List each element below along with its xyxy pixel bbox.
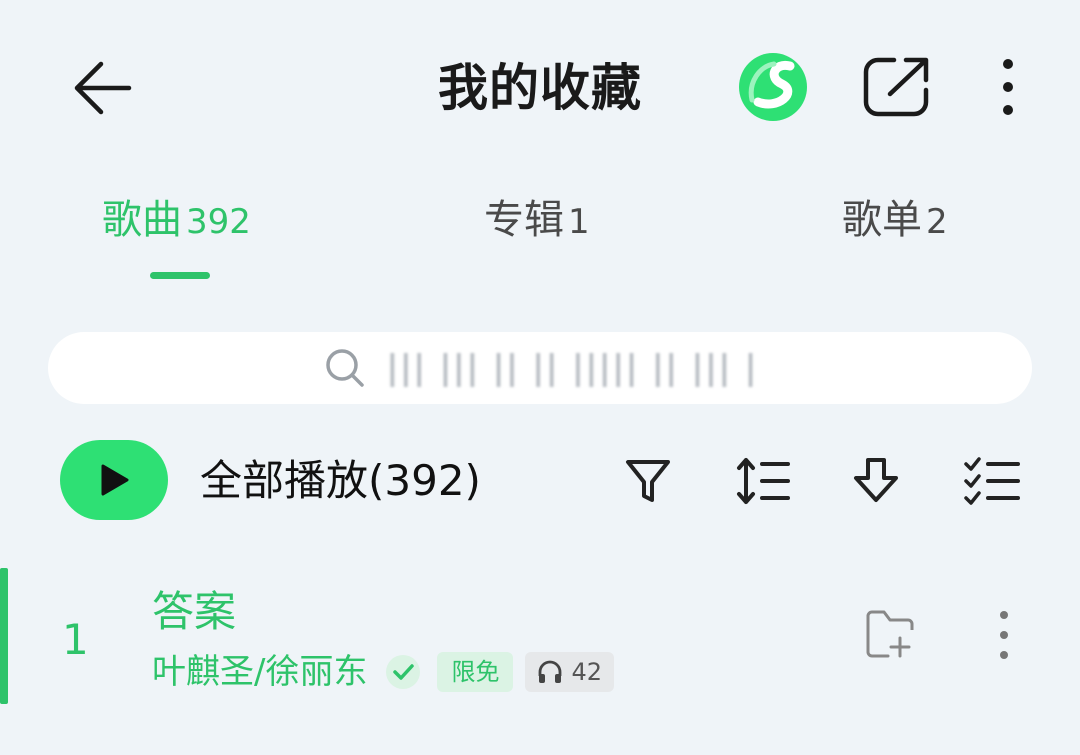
tab-albums[interactable]: 专辑 1 <box>484 188 590 258</box>
sort-button[interactable] <box>736 454 790 508</box>
download-icon <box>854 458 898 502</box>
play-icon <box>101 464 129 496</box>
tab-albums-count: 1 <box>568 202 590 242</box>
play-all-label[interactable]: 全部播放(392) <box>200 452 481 510</box>
multiselect-button[interactable] <box>964 454 1020 508</box>
more-vertical-icon <box>1003 59 1013 115</box>
download-button[interactable] <box>850 454 902 508</box>
tab-bar: 歌曲 392 专辑 1 歌单 2 <box>0 188 1080 288</box>
add-to-playlist-icon <box>866 610 914 658</box>
tab-songs-count: 392 <box>186 202 251 242</box>
search-input[interactable]: ||| ||| || || ||||| || ||| | <box>48 332 1032 404</box>
sort-icon <box>737 458 790 504</box>
filter-icon <box>626 460 670 502</box>
active-tab-indicator <box>150 272 210 279</box>
play-all-row: 全部播放(392) <box>0 438 1080 528</box>
app-logo-button[interactable] <box>738 52 808 122</box>
song-meta: 叶麒圣/徐丽东 限免 42 <box>152 650 615 694</box>
verified-icon <box>386 655 421 689</box>
add-to-playlist-button[interactable] <box>862 608 916 660</box>
listen-count-badge: 42 <box>525 652 615 692</box>
share-button[interactable] <box>860 54 934 120</box>
favorites-page: 我的收藏 歌曲 392 专辑 1 歌单 2 ||| ||| || || ||||… <box>0 0 1080 755</box>
search-placeholder: ||| ||| || || ||||| || ||| | <box>386 348 758 388</box>
search-icon <box>326 349 364 387</box>
song-artist[interactable]: 叶麒圣/徐丽东 <box>152 650 367 694</box>
tab-songs-label: 歌曲 <box>102 197 182 243</box>
song-more-button[interactable] <box>988 608 1020 662</box>
song-title: 答案 <box>152 587 237 636</box>
play-all-button[interactable] <box>60 440 168 520</box>
header: 我的收藏 <box>0 0 1080 180</box>
tab-albums-label: 专辑 <box>484 197 564 243</box>
filter-button[interactable] <box>622 454 674 508</box>
tab-playlists-count: 2 <box>926 202 948 242</box>
song-list-item[interactable]: 1 答案 叶麒圣/徐丽东 限免 42 <box>0 568 1080 704</box>
song-index: 1 <box>62 615 89 664</box>
tab-songs[interactable]: 歌曲 392 <box>102 188 251 258</box>
more-options-button[interactable] <box>988 54 1028 120</box>
tab-playlists[interactable]: 歌单 2 <box>842 188 948 258</box>
now-playing-indicator <box>0 568 8 704</box>
listen-count: 42 <box>571 658 603 686</box>
share-icon <box>863 57 929 117</box>
more-vertical-icon <box>1000 611 1008 659</box>
app-logo-icon <box>739 53 807 121</box>
headphones-icon <box>539 660 562 683</box>
free-badge: 限免 <box>437 652 514 692</box>
tab-playlists-label: 歌单 <box>842 197 922 243</box>
multiselect-icon <box>964 457 1020 505</box>
